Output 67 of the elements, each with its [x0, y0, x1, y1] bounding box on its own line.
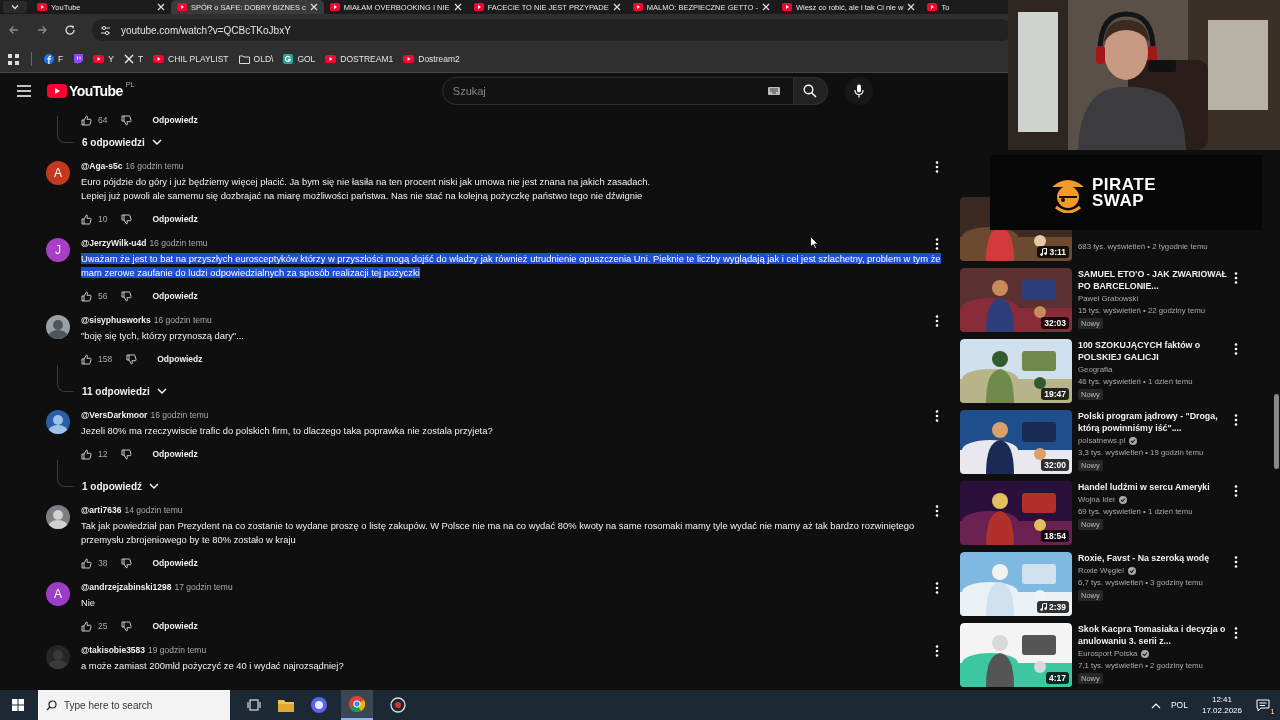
- video-duration: 3:11: [1037, 246, 1069, 258]
- reply-button[interactable]: Odpowiedz: [152, 446, 198, 462]
- comment-time[interactable]: 16 godzin temu: [125, 161, 184, 171]
- comment-text: a może zamiast 200mld pożyczyć ze 40 i wydać najrozsądniej?: [81, 659, 345, 673]
- bookmark[interactable]: Y: [93, 54, 114, 64]
- video-duration: 19:47: [1041, 388, 1069, 400]
- like-count: 158: [98, 354, 113, 364]
- comment-time[interactable]: 17 godzin temu: [174, 582, 233, 592]
- like-count: 12: [98, 449, 108, 459]
- video-duration: 4:17: [1046, 672, 1069, 684]
- sponsor-banner: PIRATE SWAP: [990, 155, 1262, 230]
- avatar[interactable]: A: [46, 161, 70, 185]
- comment-author[interactable]: @VersDarkmoor: [81, 410, 148, 420]
- avatar[interactable]: J: [46, 238, 70, 262]
- like-count: 38: [98, 558, 108, 568]
- video-title[interactable]: Handel ludźmi w sercu Ameryki: [1078, 481, 1210, 493]
- video-title[interactable]: Skok Kacpra Tomasiaka i decyzja o anulowaniu 3. serii z...: [1078, 623, 1228, 647]
- video-duration: 32:03: [1041, 317, 1069, 329]
- comment-author[interactable]: @andrzejzabinski1298: [81, 582, 172, 592]
- replies-toggle[interactable]: 1 odpowiedź: [82, 480, 159, 492]
- comment-time[interactable]: 16 godzin temu: [153, 315, 212, 325]
- comment-text: Uważam że jest to bat na przyszłych eurosceptyków którzy w przyszłości mogą dojść do władzy jak również utrudnienie opuszczenia Uni. Pieknie te liczby wyglądają jak i cel jest szlachetny, problem w tym że mam zerowe zaufanie do ludzi odpowiedzialnych za sposób realizacji tej pożyczki: [81, 252, 941, 280]
- comment-text: Euro pójdzie do góry i już będziemy więcej płacić. Ja bym się nie łasiła na ten procent niski jak umowa nie jest znana na jakich zasadach. Lepiej już powoli ale samemu się dozbrajać na miarę możliwości państwa. Nas nie stać na kolejną pożyczkę państwo tego nie dźwignie: [81, 175, 652, 203]
- video-title[interactable]: Roxie, Favst - Na szeroką wodę: [1078, 552, 1210, 564]
- bookmark[interactable]: CHIL PLAYLIST: [153, 54, 229, 64]
- bookmark[interactable]: T: [123, 54, 144, 64]
- comment-time[interactable]: 16 godzin temu: [149, 238, 208, 248]
- search-field[interactable]: Szukaj: [441, 77, 794, 105]
- video-duration: 32:00: [1041, 459, 1069, 471]
- comment-author[interactable]: @takisobie3583: [81, 645, 146, 655]
- comment-author[interactable]: @sisyphusworks: [81, 315, 151, 325]
- reply-button[interactable]: Odpowiedz: [152, 112, 198, 128]
- comment-time[interactable]: 19 godzin temu: [148, 645, 207, 655]
- like-count: 64: [98, 115, 108, 125]
- comment-time[interactable]: 14 godzin temu: [124, 505, 183, 515]
- replies-toggle[interactable]: 6 odpowiedzi: [82, 136, 162, 148]
- comment-text: Tak jak powiedział pan Prezydent na co zostanie to wydane proszę o listę zakupów. W Polsce nie ma na co wydać 80% kwoty na same rosomaki mamy tyle wydać nie mamy aż tak bardzo rozwiniętego przemysłu zbrojeniowego by te 80% zostało w kraju: [81, 519, 916, 547]
- avatar[interactable]: A: [46, 582, 70, 606]
- comment-text: Nie: [81, 596, 97, 610]
- taskbar-search-field[interactable]: Type here to search: [38, 690, 230, 720]
- reply-button[interactable]: Odpowiedz: [157, 351, 203, 367]
- comment-text: Jezeli 80% ma rzeczywiscie trafic do polskich firm, to dlaczego taka poprawka nie zostala przyjeta?: [81, 424, 494, 438]
- reply-button[interactable]: Odpowiedz: [152, 555, 198, 571]
- comment-author[interactable]: @arti7636: [81, 505, 122, 515]
- video-title[interactable]: 100 SZOKUJĄCYCH faktów o POLSKIEJ GALICJI: [1078, 339, 1228, 363]
- bookmark[interactable]: F: [44, 54, 64, 64]
- reply-button[interactable]: Odpowiedz: [152, 288, 198, 304]
- input-language[interactable]: POL: [1170, 700, 1188, 710]
- video-duration: 2:39: [1037, 601, 1069, 613]
- comment-time[interactable]: 16 godzin temu: [150, 410, 209, 420]
- video-duration: 18:54: [1041, 530, 1069, 542]
- reply-button[interactable]: Odpowiedz: [152, 211, 198, 227]
- taskbar-clock[interactable]: 12:41 17.02.2026: [1201, 694, 1242, 716]
- like-count: 10: [98, 214, 108, 224]
- bookmark[interactable]: DOSTREAM1: [325, 54, 394, 64]
- like-count: 56: [98, 291, 108, 301]
- like-count: 25: [98, 621, 108, 631]
- reply-button[interactable]: Odpowiedz: [152, 618, 198, 634]
- comment-author[interactable]: @JerzyWilk-u4d: [81, 238, 147, 248]
- replies-toggle[interactable]: 11 odpowiedzi: [82, 385, 167, 397]
- bookmark[interactable]: GOL: [283, 54, 316, 64]
- video-title[interactable]: SAMUEL ETO'O - JAK ZWARIOWAŁ PO BARCELONIE...: [1078, 268, 1228, 292]
- bookmark[interactable]: Dostream2: [403, 54, 460, 64]
- comment-text: "boję się tych, którzy przynoszą dary"...: [81, 329, 245, 343]
- video-title[interactable]: Polski program jądrowy - "Droga, którą powinniśmy iść"....: [1078, 410, 1228, 434]
- comment-author[interactable]: @Aga-s5c: [81, 161, 123, 171]
- bookmark[interactable]: OLD\: [238, 54, 274, 64]
